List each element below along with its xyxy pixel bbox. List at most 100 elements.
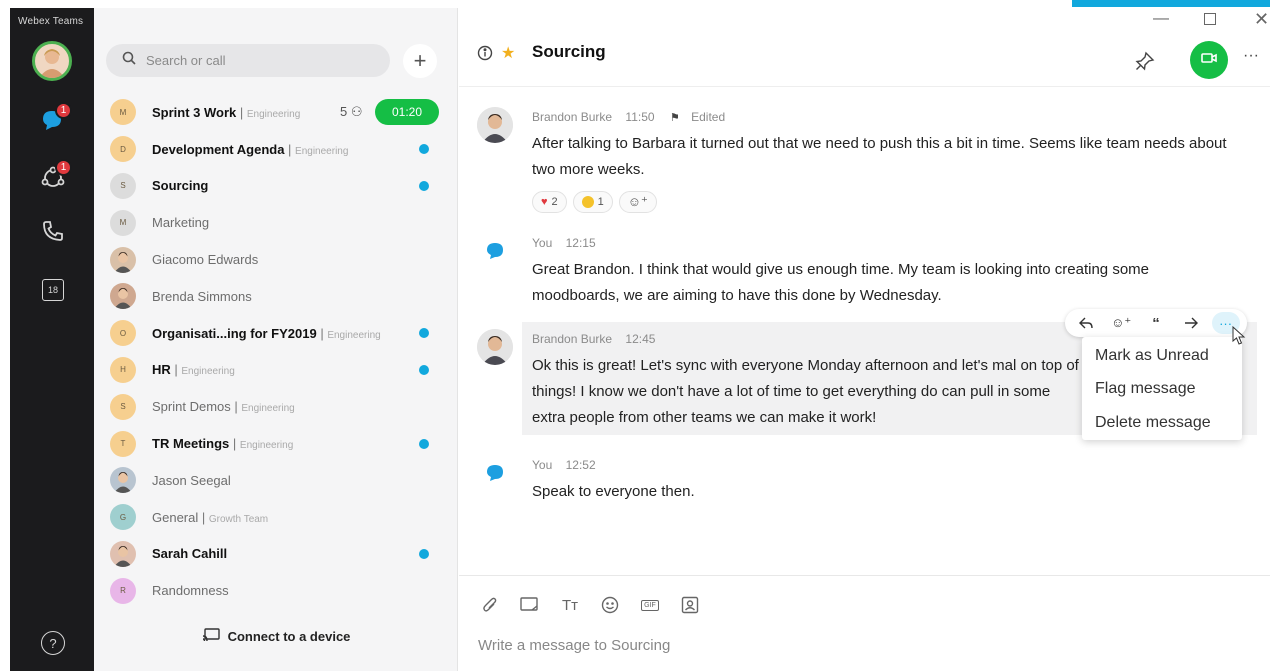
avatar: M <box>110 209 136 236</box>
space-name: Giacomo Edwards <box>152 252 258 267</box>
quote-icon[interactable]: “ <box>1142 312 1170 334</box>
avatar <box>477 107 513 143</box>
space-list: M Sprint 3 Work | Engineering 5 ⚇ 01:20 D Dev… <box>94 94 458 609</box>
message-time: 12:52 <box>565 458 596 472</box>
space-list-item[interactable]: O Organisati...ing for FY2019 | Engineeri… <box>94 315 458 352</box>
message-text: After talking to Barbara it turned out t… <box>532 135 1227 178</box>
space-title: Marketing <box>152 215 210 231</box>
team-name: Engineering <box>246 108 301 120</box>
space-name: HR | Engineering <box>152 362 235 377</box>
message-actions-bar: ☺⁺ “ ··· <box>1065 309 1247 337</box>
space-name: Sourcing <box>152 178 208 193</box>
space-list-item[interactable]: Jason Seegal <box>94 462 458 499</box>
message-text: Speak to everyone then. <box>532 483 695 500</box>
space-name: Marketing <box>152 215 209 230</box>
connect-device-label: Connect to a device <box>227 629 351 644</box>
join-meeting-button[interactable]: 01:20 <box>375 99 439 126</box>
space-list-item[interactable]: Giacomo Edwards <box>94 241 458 278</box>
avatar <box>110 283 136 310</box>
space-header: ★ Sourcing ··· <box>459 30 1270 87</box>
maximize-icon[interactable] <box>1204 12 1216 30</box>
delete-message-item[interactable]: Delete message <box>1095 414 1211 432</box>
team-separator: | <box>316 325 328 341</box>
message-input[interactable]: Write a message to Sourcing <box>478 637 670 654</box>
space-title: Development Agenda <box>152 141 285 157</box>
avatar: M <box>110 99 136 126</box>
space-list-item[interactable]: R Randomness <box>94 572 458 609</box>
space-list-item[interactable]: H HR | Engineering <box>94 352 458 389</box>
space-title: Sourcing <box>532 42 606 61</box>
minimize-icon[interactable]: — <box>1153 10 1169 28</box>
whiteboard-icon[interactable] <box>517 594 543 616</box>
reply-icon[interactable] <box>1072 312 1100 334</box>
video-call-button[interactable] <box>1190 41 1228 79</box>
composer-toolbar: Tт GIF <box>477 594 703 616</box>
help-nav[interactable]: ? <box>38 628 68 658</box>
space-list-item[interactable]: S Sprint Demos | Engineering <box>94 388 458 425</box>
space-title: Sourcing <box>152 178 209 194</box>
space-list-item[interactable]: D Development Agenda | Engineering <box>94 131 458 168</box>
avatar <box>477 233 513 269</box>
message-time: 12:15 <box>565 236 596 250</box>
emoji-icon[interactable] <box>597 594 623 616</box>
reaction-count: 1 <box>597 196 604 208</box>
info-icon[interactable] <box>477 45 493 66</box>
phone-icon <box>41 219 65 248</box>
flag-icon: ⚑ <box>669 112 680 124</box>
meetings-nav[interactable]: 18 <box>38 275 68 305</box>
space-title: HR <box>152 362 171 378</box>
team-name: Engineering <box>327 329 381 341</box>
space-name: TR Meetings | Engineering <box>152 436 293 451</box>
avatar: H <box>110 356 136 383</box>
calls-nav[interactable] <box>38 218 68 248</box>
space-list-item[interactable]: T TR Meetings | Engineering <box>94 425 458 462</box>
add-reaction-button[interactable]: ☺⁺ <box>618 191 657 213</box>
attach-icon[interactable] <box>477 594 503 616</box>
heart-icon: ♥ <box>541 196 548 208</box>
search-input[interactable]: Search or call <box>106 44 390 77</box>
forward-icon[interactable] <box>1177 312 1205 334</box>
add-reaction-icon[interactable]: ☺⁺ <box>1107 312 1135 334</box>
avatar: T <box>110 430 136 457</box>
favorite-star-icon[interactable]: ★ <box>501 43 515 63</box>
space-list-item[interactable]: G General | Growth Team <box>94 499 458 536</box>
people-icon: ⚇ <box>350 104 363 120</box>
space-list-item[interactable]: Brenda Simmons <box>94 278 458 315</box>
avatar: G <box>110 504 136 531</box>
message-time: 11:50 <box>625 110 655 124</box>
screenshot-icon[interactable] <box>677 594 703 616</box>
search-icon <box>122 51 136 70</box>
space-list-item[interactable]: S Sourcing <box>94 168 458 205</box>
pin-icon[interactable] <box>1135 51 1155 76</box>
unread-dot <box>419 548 429 559</box>
space-list-item[interactable]: M Marketing <box>94 204 458 241</box>
more-options-icon[interactable]: ··· <box>1243 47 1259 65</box>
space-list-item[interactable]: Sarah Cahill <box>94 536 458 573</box>
space-title: Jason Seegal <box>152 472 231 488</box>
reaction-grin[interactable]: 1 <box>572 191 613 213</box>
mark-unread-item[interactable]: Mark as Unread <box>1095 347 1209 365</box>
create-space-button[interactable]: + <box>403 44 437 78</box>
message-text: Ok this is great! Let's sync with everyo… <box>532 357 1079 426</box>
spaces-sidebar: Search or call + M Sprint 3 Work | Engine… <box>94 8 458 671</box>
reaction-heart[interactable]: ♥ 2 <box>532 191 567 213</box>
close-icon[interactable]: ✕ <box>1254 9 1269 30</box>
gif-icon[interactable]: GIF <box>637 594 663 616</box>
plus-icon: + <box>413 48 427 73</box>
flag-message-item[interactable]: Flag message <box>1095 380 1196 398</box>
space-list-item[interactable]: M Sprint 3 Work | Engineering 5 ⚇ 01:20 <box>94 94 458 131</box>
unread-dot <box>419 438 429 449</box>
space-name: Organisati...ing for FY2019 | Engineerin… <box>152 326 381 341</box>
space-title: Sprint Demos <box>152 399 231 415</box>
text-format-icon[interactable]: Tт <box>557 594 583 616</box>
add-emoji-icon: ☺⁺ <box>627 194 648 209</box>
message-meta: You 12:52 <box>532 458 596 472</box>
user-avatar[interactable] <box>32 41 72 81</box>
space-name: Brenda Simmons <box>152 289 252 304</box>
messaging-nav[interactable]: 1 <box>38 102 72 138</box>
edited-label: Edited <box>691 110 726 124</box>
teams-nav[interactable]: 1 <box>38 159 72 195</box>
message-meta: Brandon Burke 12:45 <box>532 332 655 346</box>
conversation-pane: — ✕ ★ Sourcing ··· Brandon Burke 11:50 ⚑… <box>459 0 1270 671</box>
connect-device-button[interactable]: Connect to a device <box>94 628 458 645</box>
